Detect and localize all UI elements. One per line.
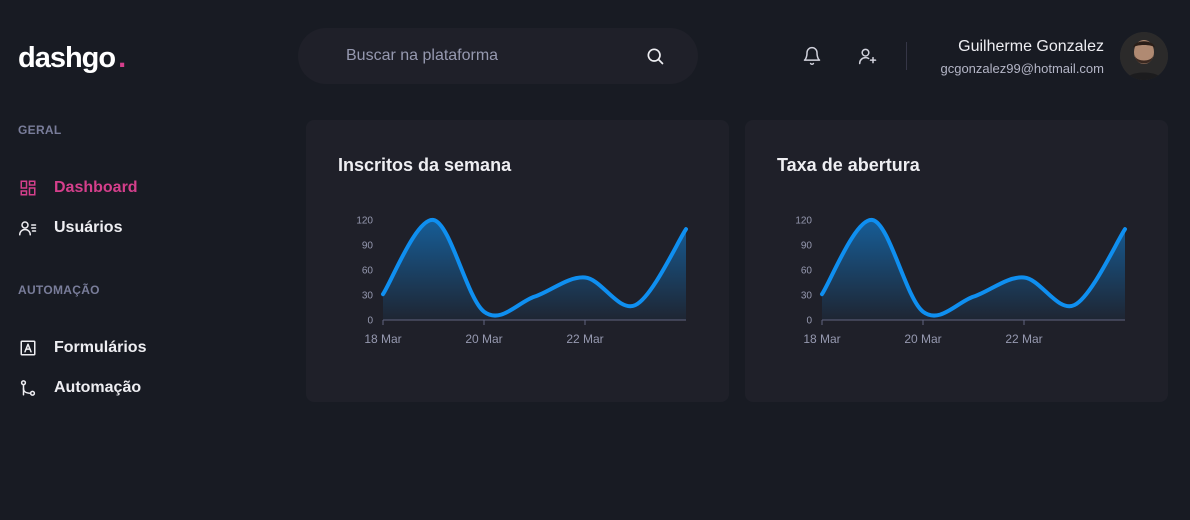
x-tick-label: 18 Mar <box>803 332 840 346</box>
sidebar-item-dashboard[interactable]: Dashboard <box>18 178 258 198</box>
user-name: Guilherme Gonzalez <box>958 38 1104 55</box>
card-title: Inscritos da semana <box>338 155 512 175</box>
sidebar-item-formularios[interactable]: Formulários <box>18 338 258 358</box>
chart-card-inscritos: Inscritos da semana 0 30 60 90 120 18 Mar 20 M… <box>306 120 729 402</box>
avatar[interactable] <box>1120 32 1168 80</box>
y-tick-label: 30 <box>801 291 813 302</box>
users-icon <box>18 218 38 238</box>
chart-taxa: 0 30 60 90 120 18 Mar 20 Mar 22 Mar <box>795 216 1127 346</box>
x-tick-label: 18 Mar <box>364 332 401 346</box>
user-email: gcgonzalez99@hotmail.com <box>940 61 1104 76</box>
card-title: Taxa de abertura <box>777 155 920 175</box>
y-tick-label: 120 <box>356 216 373 227</box>
series-area <box>383 219 686 320</box>
x-tick-label: 20 Mar <box>465 332 502 346</box>
search-icon[interactable] <box>644 45 666 67</box>
series-area <box>822 219 1125 320</box>
y-tick-label: 0 <box>806 316 812 327</box>
sidebar-item-label: Usuários <box>54 219 123 236</box>
sidebar-section-automacao: AUTOMAÇÃO <box>18 283 100 297</box>
user-add-icon[interactable] <box>856 44 880 68</box>
y-tick-label: 30 <box>362 291 374 302</box>
chart-inscritos: 0 30 60 90 120 18 Mar 20 Mar 22 Mar <box>356 216 688 346</box>
y-tick-label: 60 <box>362 266 374 277</box>
search-bar[interactable] <box>298 28 698 84</box>
y-tick-label: 120 <box>795 216 812 227</box>
y-tick-label: 90 <box>362 241 374 252</box>
form-icon <box>18 338 38 358</box>
user-profile[interactable]: Guilherme Gonzalez gcgonzalez99@hotmail.… <box>940 37 1104 79</box>
header-actions <box>800 44 880 68</box>
git-merge-icon <box>18 378 38 398</box>
sidebar-item-label: Formulários <box>54 339 147 356</box>
y-tick-label: 60 <box>801 266 813 277</box>
sidebar-section-geral: GERAL <box>18 123 62 137</box>
header-divider <box>906 42 907 70</box>
sidebar-item-usuarios[interactable]: Usuários <box>18 218 258 238</box>
logo-dot: . <box>118 42 126 74</box>
sidebar-item-automacao[interactable]: Automação <box>18 378 258 398</box>
sidebar: GERAL Dashboard Usuários AUTOMAÇÃO Formu… <box>18 122 258 398</box>
search-input[interactable] <box>346 47 644 65</box>
y-tick-label: 0 <box>367 316 373 327</box>
dashboard-icon <box>18 178 38 198</box>
y-tick-label: 90 <box>801 241 813 252</box>
app-logo[interactable]: dashgo. <box>18 40 126 76</box>
bell-icon[interactable] <box>800 44 824 68</box>
x-tick-label: 22 Mar <box>566 332 603 346</box>
chart-card-taxa: Taxa de abertura 0 30 60 90 120 18 Mar 20 Mar 2… <box>745 120 1168 402</box>
logo-text: dashgo <box>18 42 116 74</box>
x-tick-label: 20 Mar <box>904 332 941 346</box>
sidebar-item-label: Dashboard <box>54 179 138 196</box>
x-tick-label: 22 Mar <box>1005 332 1042 346</box>
sidebar-item-label: Automação <box>54 379 142 396</box>
